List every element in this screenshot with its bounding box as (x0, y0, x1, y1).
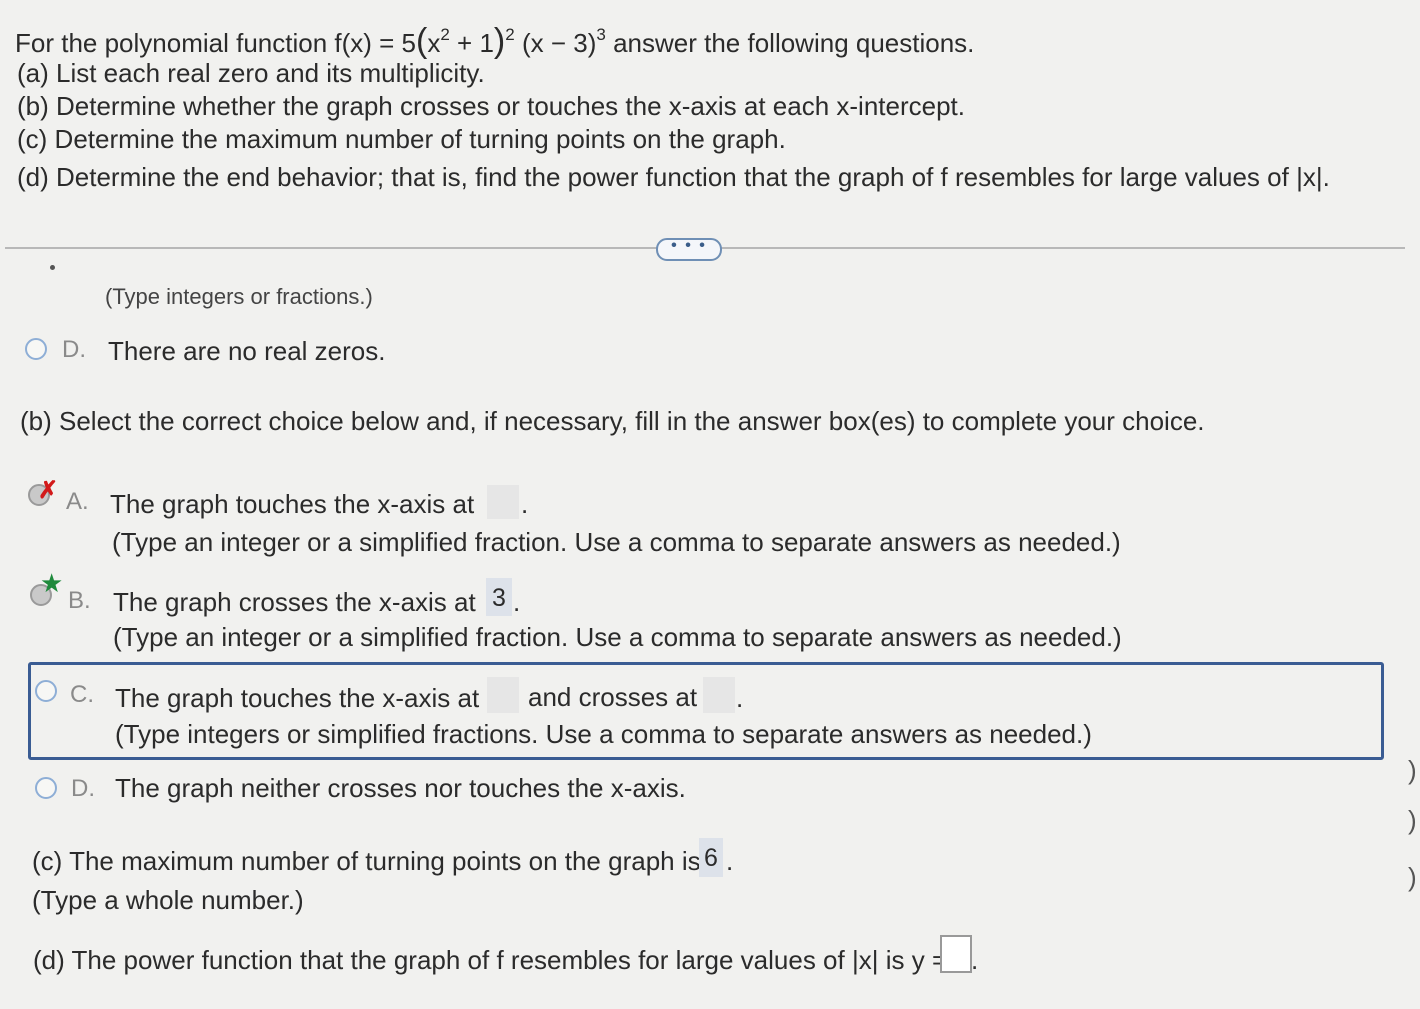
correct-star-icon: ★ (40, 568, 64, 598)
option-text-c: The graph touches the x-axis at (115, 683, 480, 713)
answer-box-option-c-crosses[interactable] (703, 677, 735, 713)
outer-exponent: 2 (505, 25, 515, 44)
edge-fragment: ) (1408, 755, 1417, 785)
factor1-tail: + 1 (449, 28, 494, 58)
part-c-hint: (Type a whole number.) (32, 885, 304, 915)
more-options-button[interactable]: • • • (656, 238, 722, 261)
part-d-text-pre: (d) The power function that the graph of… (33, 945, 845, 975)
option-letter-d: D. (71, 775, 95, 802)
answer-box-part-c[interactable]: 6 (699, 838, 723, 877)
period: . (971, 945, 979, 975)
option-text-a: The graph touches the x-axis at (110, 489, 475, 519)
abs-var: x (858, 945, 872, 975)
hint-option-c: (Type integers or simplified fractions. … (115, 719, 1092, 749)
factor1-exponent: 2 (440, 25, 450, 44)
abs-value: |x| (851, 945, 879, 975)
factor2-exponent: 3 (596, 25, 606, 44)
part-d-text-post: is y = (885, 945, 948, 975)
abs-var: x (1302, 162, 1316, 192)
part-b-prompt: (b) Select the correct choice below and,… (20, 406, 1205, 436)
open-paren: ( (416, 22, 428, 60)
option-text-d: The graph neither crosses nor touches th… (115, 773, 686, 803)
edge-fragment: ) (1408, 862, 1417, 892)
factor1-base: x (427, 28, 441, 58)
part-a-hint: (Type integers or fractions.) (105, 284, 373, 309)
radio-part-a-d[interactable] (25, 338, 47, 360)
incorrect-x-icon: ✗ (38, 477, 59, 504)
part-a-instruction: (a) List each real zero and its multipli… (17, 58, 485, 88)
part-c-statement: (c) The maximum number of turning points… (32, 846, 701, 876)
part-d-statement: (d) The power function that the graph of… (33, 945, 947, 976)
stem-after: answer the following questions. (613, 28, 975, 58)
option-text-c-mid: and crosses at (528, 682, 698, 712)
edge-fragment: ) (1408, 805, 1417, 835)
answer-box-option-b[interactable]: 3 (486, 578, 512, 616)
question-stem: For the polynomial function f(x) = 5(x2 … (15, 22, 974, 61)
close-paren: ) (493, 22, 506, 60)
period: . (513, 587, 521, 617)
option-letter-c: C. (70, 681, 94, 708)
option-letter-a: A. (66, 488, 89, 515)
abs-value: |x|. (1296, 162, 1330, 192)
period: . (521, 489, 529, 519)
factor2: (x − 3) (521, 28, 597, 58)
answer-box-part-d[interactable] (940, 935, 972, 973)
part-b-instruction: (b) Determine whether the graph crosses … (17, 91, 965, 121)
option-text-b: The graph crosses the x-axis at (113, 587, 476, 617)
radio-option-d[interactable] (35, 777, 57, 799)
period: . (736, 683, 744, 713)
hint-option-b: (Type an integer or a simplified fractio… (113, 622, 1122, 652)
hint-option-a: (Type an integer or a simplified fractio… (112, 527, 1121, 557)
answer-box-option-a[interactable] (487, 485, 519, 519)
stem-intro: For the polynomial function f(x) = 5 (15, 28, 417, 58)
option-letter-a-d: D. (62, 336, 86, 363)
answer-box-option-c-touches[interactable] (487, 677, 519, 713)
option-letter-b: B. (68, 587, 91, 614)
bullet-dot (50, 265, 55, 270)
part-d-instruction: (d) Determine the end behavior; that is,… (17, 162, 1330, 193)
period: . (726, 846, 734, 876)
option-text-a-d: There are no real zeros. (108, 336, 386, 366)
part-c-instruction: (c) Determine the maximum number of turn… (17, 124, 786, 154)
radio-option-c[interactable] (35, 680, 57, 702)
part-d-instruction-text: (d) Determine the end behavior; that is,… (17, 162, 1289, 192)
